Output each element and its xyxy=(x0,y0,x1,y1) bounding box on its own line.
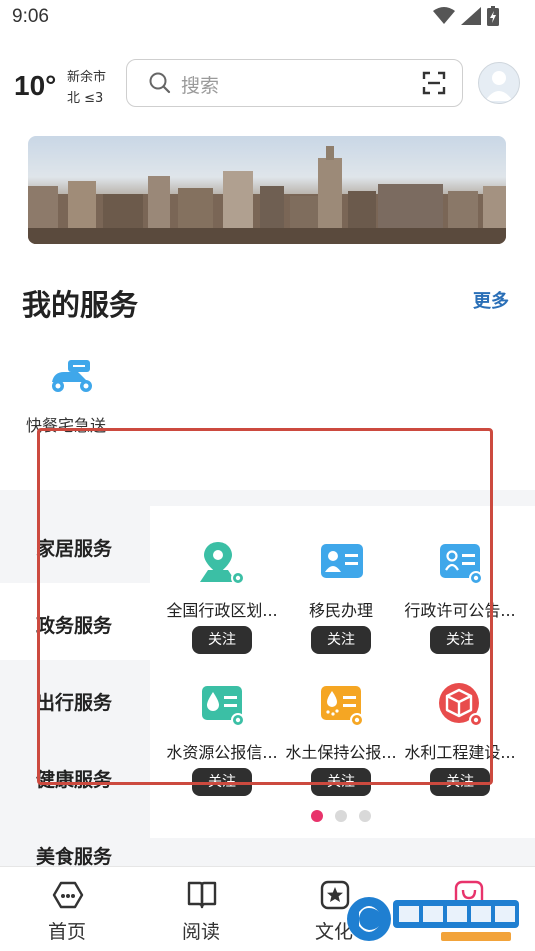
wifi-icon xyxy=(433,7,455,24)
license-icon xyxy=(440,544,483,585)
status-time: 9:06 xyxy=(12,6,49,27)
follow-button[interactable]: 关注 xyxy=(311,768,371,796)
category-label: 美食服务 xyxy=(36,846,113,868)
city-skyline-image xyxy=(28,146,506,244)
category-label: 政务服务 xyxy=(36,615,113,637)
book-icon xyxy=(187,881,217,909)
service-label: 移民办理 xyxy=(308,601,373,620)
service-label: 行政许可公告... xyxy=(404,601,516,620)
category-sidebar: 家居服务 政务服务 出行服务 健康服务 美食服务 xyxy=(0,506,150,891)
category-government-service[interactable]: 政务服务 xyxy=(0,583,150,660)
weather-temperature: 10° xyxy=(14,70,57,101)
map-pin-icon xyxy=(200,542,245,585)
status-bar: 9:06 xyxy=(0,0,535,38)
user-icon xyxy=(485,71,513,101)
weather-wind: 北 ≤3 xyxy=(67,91,104,106)
banner-image[interactable] xyxy=(28,136,506,244)
soil-doc-icon xyxy=(321,686,364,727)
category-health-service[interactable]: 健康服务 xyxy=(0,737,150,814)
avatar[interactable] xyxy=(478,62,520,104)
nav-label: 阅读 xyxy=(181,921,220,943)
section-divider xyxy=(0,490,535,506)
page-dot-3[interactable] xyxy=(359,810,371,822)
category-label: 健康服务 xyxy=(36,769,113,791)
category-home-service[interactable]: 家居服务 xyxy=(0,506,150,583)
water-doc-icon xyxy=(202,686,245,727)
follow-button[interactable]: 关注 xyxy=(311,626,371,654)
service-label: 水土保持公报... xyxy=(285,743,397,762)
scan-icon[interactable] xyxy=(422,71,446,95)
nav-reading[interactable]: 阅读 xyxy=(156,867,246,951)
category-travel-service[interactable]: 出行服务 xyxy=(0,660,150,737)
search-placeholder: 搜索 xyxy=(181,75,220,97)
service-label: 全国行政区划... xyxy=(166,601,278,620)
signal-icon xyxy=(461,7,481,25)
scooter-icon xyxy=(52,360,92,392)
my-services-title: 我的服务 xyxy=(22,288,139,322)
follow-button[interactable]: 关注 xyxy=(430,768,490,796)
status-icons xyxy=(433,6,499,26)
cube-icon xyxy=(439,683,483,727)
category-label: 出行服务 xyxy=(36,692,113,714)
home-icon xyxy=(52,881,84,909)
battery-charging-icon xyxy=(487,6,499,26)
search-icon xyxy=(149,72,171,94)
service-label: 水利工程建设... xyxy=(404,743,516,762)
grid-bottom-strip xyxy=(150,838,535,866)
watermark-logo xyxy=(347,897,519,941)
service-grid: 全国行政区划... 关注 移民办理 关注 行政许可公告... 关注 水资源公报信… xyxy=(150,506,535,838)
nav-label: 首页 xyxy=(47,921,86,943)
page-dot-1[interactable] xyxy=(311,810,323,822)
nav-home[interactable]: 首页 xyxy=(22,867,112,951)
my-service-label: 快餐宅急送 xyxy=(26,416,107,435)
id-card-icon xyxy=(321,544,363,578)
page-dot-2[interactable] xyxy=(335,810,347,822)
weather-city: 新余市 xyxy=(67,70,107,85)
follow-button[interactable]: 关注 xyxy=(192,626,252,654)
page-indicator xyxy=(311,810,371,822)
follow-button[interactable]: 关注 xyxy=(430,626,490,654)
more-link[interactable]: 更多 xyxy=(473,287,509,313)
category-label: 家居服务 xyxy=(36,538,113,560)
follow-button[interactable]: 关注 xyxy=(192,768,252,796)
service-label: 水资源公报信... xyxy=(166,743,278,762)
search-input[interactable]: 搜索 xyxy=(126,59,463,107)
